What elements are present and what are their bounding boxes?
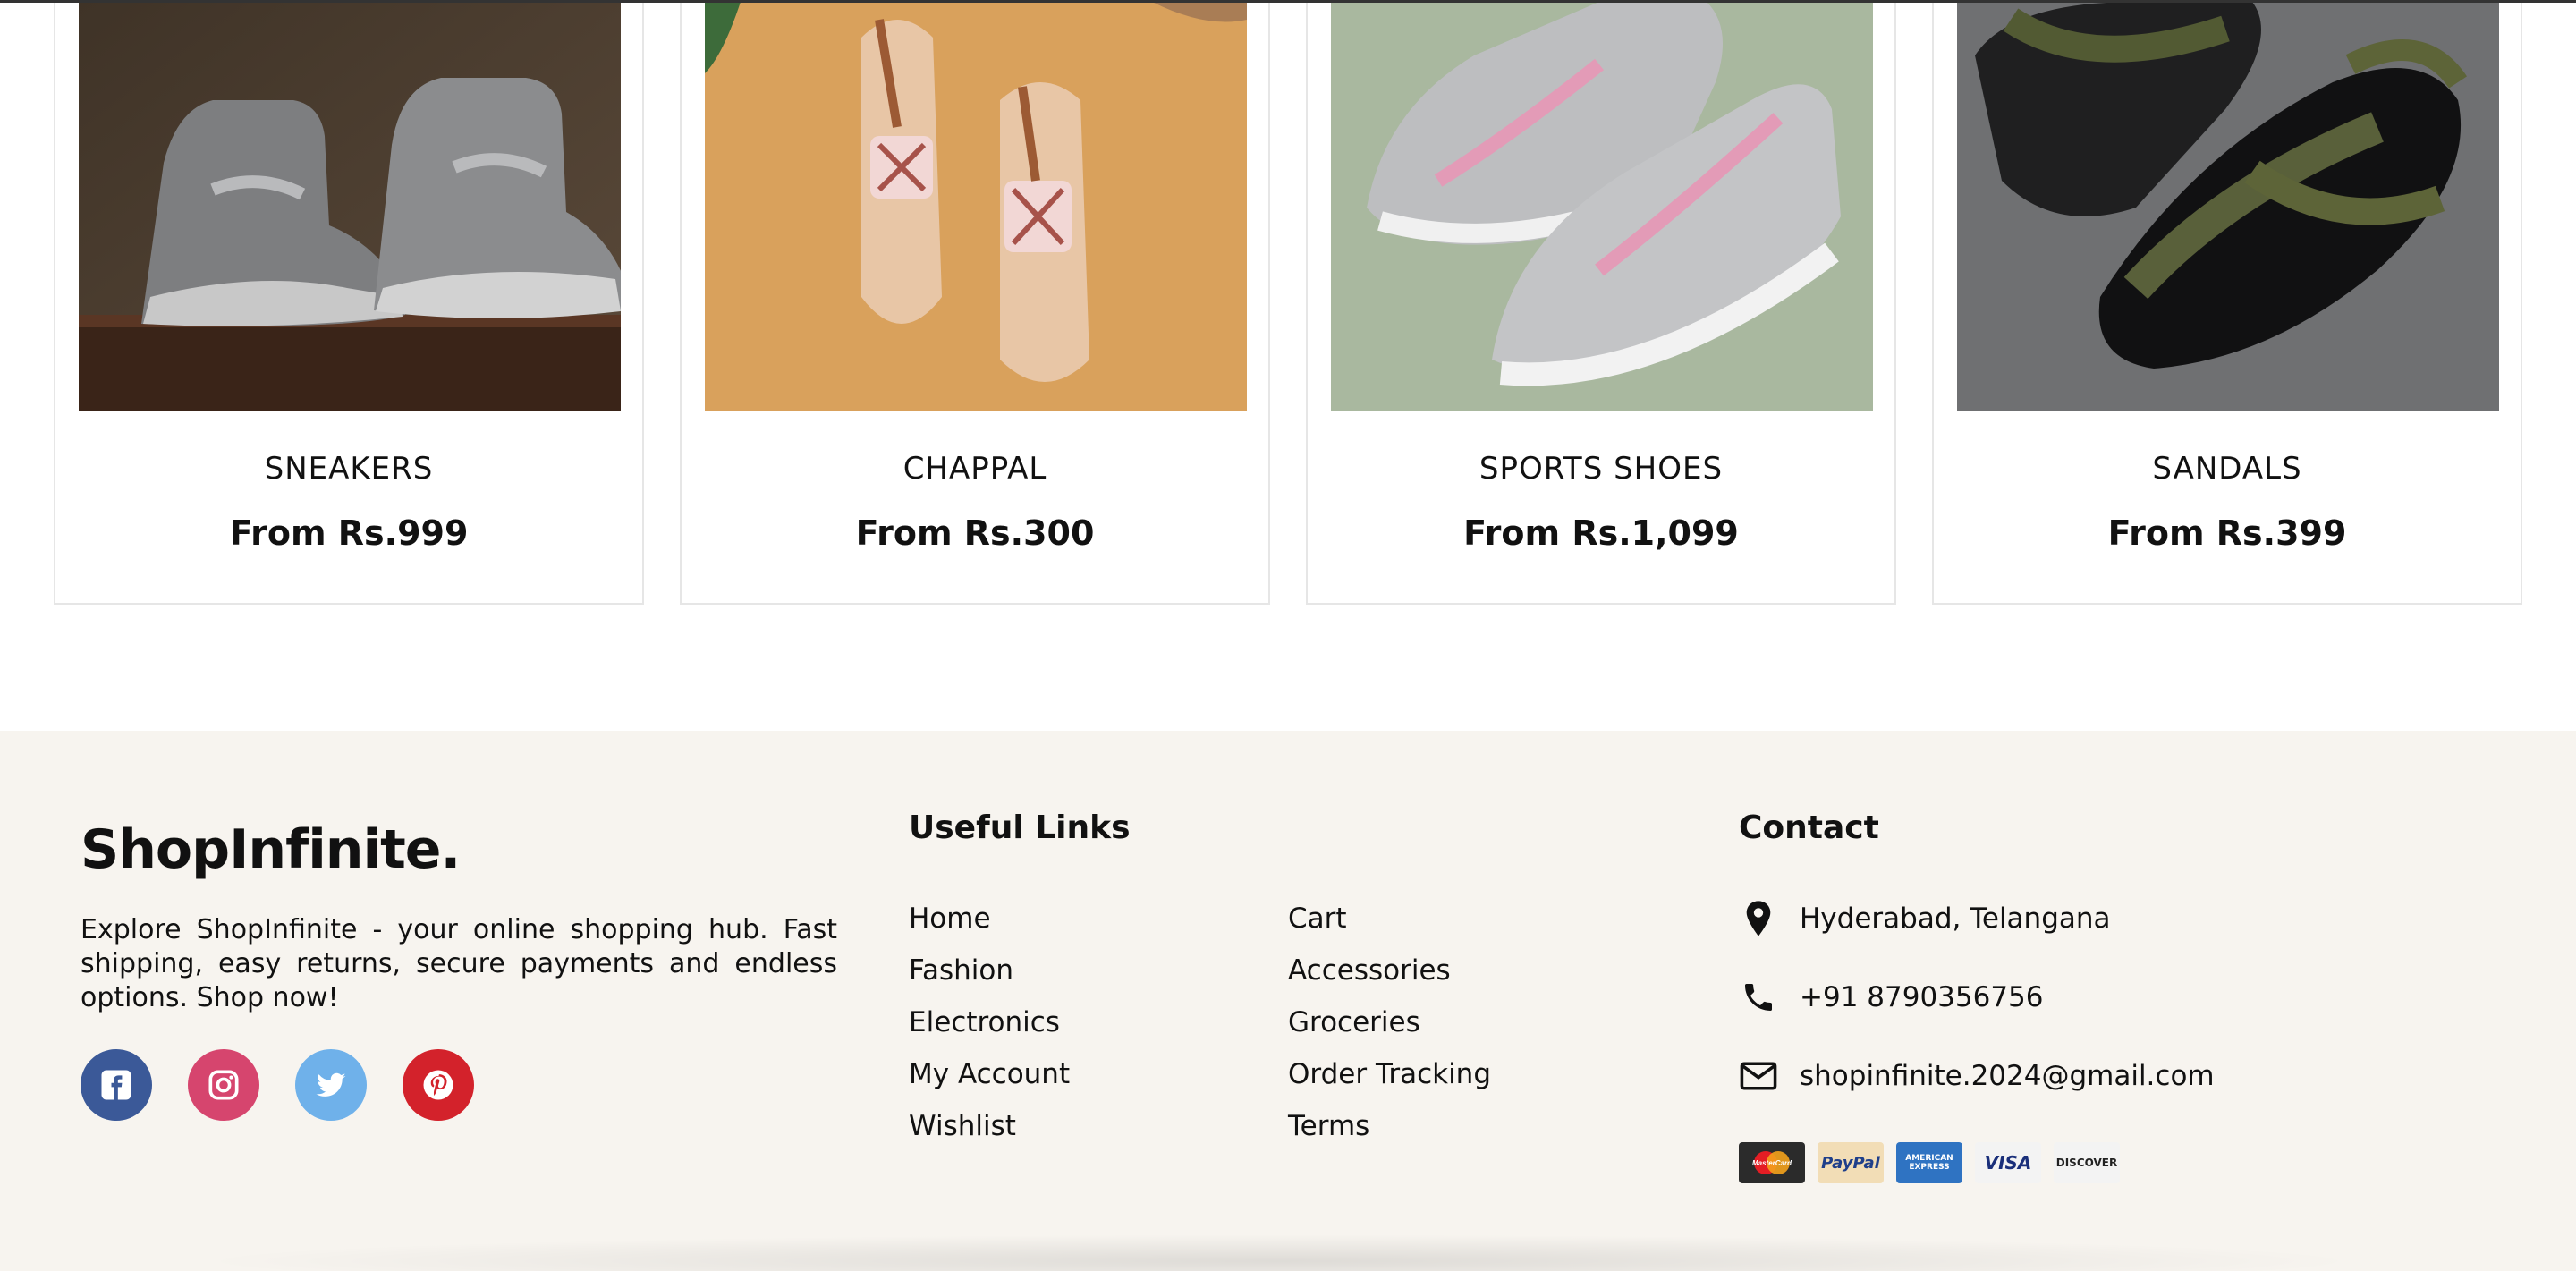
footer-link-wishlist[interactable]: Wishlist <box>909 1108 1070 1160</box>
product-card-sports-shoes[interactable]: SPORTS SHOES From Rs.1,099 <box>1306 0 1896 605</box>
footer-link-cart[interactable]: Cart <box>1288 901 1491 953</box>
social-links <box>80 1049 474 1121</box>
top-border <box>0 0 2576 3</box>
product-card-sandals[interactable]: SANDALS From Rs.399 <box>1932 0 2522 605</box>
product-price: From Rs.399 <box>2107 513 2347 553</box>
visa-icon: VISA <box>1975 1142 2041 1183</box>
footer-bottom-shadow <box>188 1234 2370 1271</box>
contact-address-text: Hyderabad, Telangana <box>1800 902 2111 935</box>
svg-text:MasterCard: MasterCard <box>1752 1159 1792 1167</box>
chappal-image[interactable] <box>705 2 1247 411</box>
product-name: SNEAKERS <box>264 451 434 487</box>
discover-icon: DISCOVER <box>2054 1142 2120 1183</box>
footer-link-home[interactable]: Home <box>909 901 1070 953</box>
product-name: SANDALS <box>2152 451 2302 487</box>
footer-brand-logo[interactable]: ShopInfinite. <box>80 818 461 881</box>
useful-links-title: Useful Links <box>909 809 1131 846</box>
product-card-sneakers[interactable]: SNEAKERS From Rs.999 <box>54 0 644 605</box>
contact-phone-text[interactable]: +91 8790356756 <box>1800 981 2044 1013</box>
paypal-icon: PayPal <box>1818 1142 1884 1183</box>
contact-email-text[interactable]: shopinfinite.2024@gmail.com <box>1800 1060 2215 1092</box>
footer-link-terms[interactable]: Terms <box>1288 1108 1491 1160</box>
product-name: SPORTS SHOES <box>1479 451 1724 487</box>
twitter-icon[interactable] <box>295 1049 367 1121</box>
product-name: CHAPPAL <box>902 451 1047 487</box>
contact-title: Contact <box>1739 809 1879 846</box>
product-price: From Rs.1,099 <box>1463 513 1739 553</box>
footer-link-accessories[interactable]: Accessories <box>1288 953 1491 1004</box>
sandals-image[interactable] <box>1957 2 2499 411</box>
location-pin-icon <box>1739 899 1778 938</box>
payment-methods: MasterCard PayPal AMERICAN EXPRESS VISA … <box>1739 1142 2120 1183</box>
site-footer: ShopInfinite. Explore ShopInfinite - you… <box>0 731 2576 1271</box>
product-price: From Rs.999 <box>229 513 469 553</box>
sneakers-image[interactable] <box>79 2 621 411</box>
footer-link-my-account[interactable]: My Account <box>909 1056 1070 1108</box>
sports-shoes-image[interactable] <box>1331 2 1873 411</box>
amex-icon: AMERICAN EXPRESS <box>1896 1142 1962 1183</box>
contact-phone[interactable]: +91 8790356756 <box>1739 978 2044 1017</box>
facebook-icon[interactable] <box>80 1049 152 1121</box>
product-price: From Rs.300 <box>855 513 1095 553</box>
product-category-grid: SNEAKERS From Rs.999 CHAPPAL From Rs.300 <box>54 0 2522 606</box>
footer-link-order-tracking[interactable]: Order Tracking <box>1288 1056 1491 1108</box>
footer-link-fashion[interactable]: Fashion <box>909 953 1070 1004</box>
mail-icon <box>1739 1056 1778 1096</box>
instagram-icon[interactable] <box>188 1049 259 1121</box>
mastercard-icon: MasterCard <box>1739 1142 1805 1183</box>
contact-address: Hyderabad, Telangana <box>1739 899 2111 938</box>
phone-icon <box>1739 978 1778 1017</box>
useful-links-column-1: Home Fashion Electronics My Account Wish… <box>909 901 1070 1160</box>
footer-about-text: Explore ShopInfinite - your online shopp… <box>80 914 837 1013</box>
product-card-chappal[interactable]: CHAPPAL From Rs.300 <box>680 0 1270 605</box>
footer-link-groceries[interactable]: Groceries <box>1288 1004 1491 1056</box>
useful-links-column-2: Cart Accessories Groceries Order Trackin… <box>1288 901 1491 1160</box>
footer-link-electronics[interactable]: Electronics <box>909 1004 1070 1056</box>
contact-email[interactable]: shopinfinite.2024@gmail.com <box>1739 1056 2215 1096</box>
pinterest-icon[interactable] <box>402 1049 474 1121</box>
